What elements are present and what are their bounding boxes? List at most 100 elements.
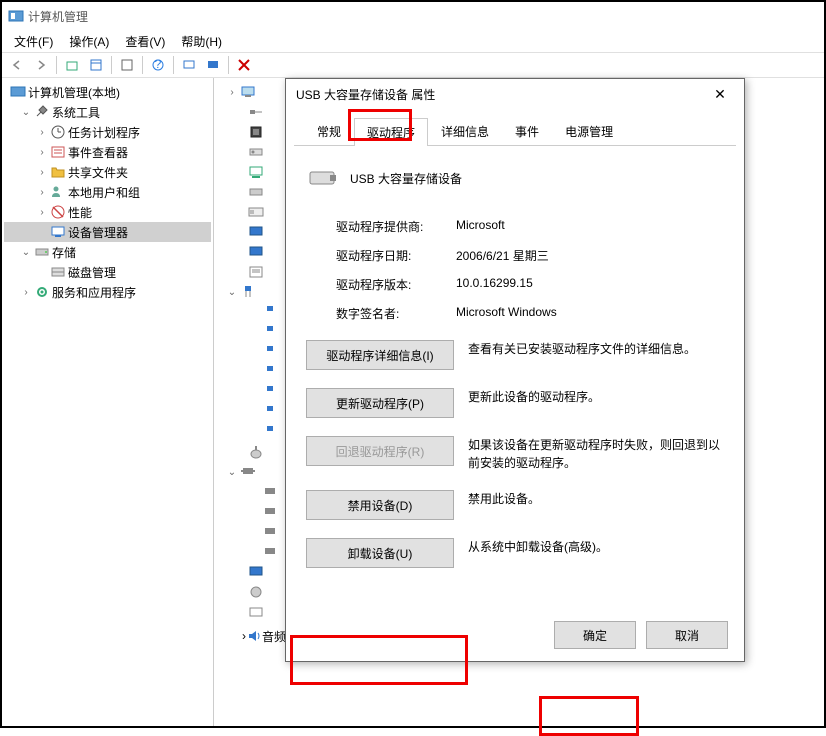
audio-icon xyxy=(246,628,262,644)
tb-btn-5[interactable] xyxy=(202,54,224,76)
toolbar: ? xyxy=(2,52,824,78)
tree-disk-mgmt[interactable]: › 磁盘管理 xyxy=(4,262,211,282)
update-driver-button[interactable]: 更新驱动程序(P) xyxy=(306,388,454,418)
collapse-icon[interactable]: ⌄ xyxy=(20,107,32,118)
uninstall-device-desc: 从系统中卸载设备(高级)。 xyxy=(468,538,724,556)
tb-btn-3[interactable] xyxy=(116,54,138,76)
close-button[interactable]: ✕ xyxy=(706,84,734,104)
tb-btn-4[interactable] xyxy=(178,54,200,76)
device-name: USB 大容量存储设备 xyxy=(350,170,462,187)
tb-help-button[interactable]: ? xyxy=(147,54,169,76)
tb-btn-1[interactable] xyxy=(61,54,83,76)
expand-icon[interactable]: › xyxy=(36,127,48,138)
version-value: 10.0.16299.15 xyxy=(456,276,724,293)
device-item[interactable] xyxy=(218,382,278,402)
clock-icon xyxy=(50,124,66,140)
expand-icon[interactable]: › xyxy=(36,187,48,198)
app-icon xyxy=(8,8,24,24)
device-category[interactable] xyxy=(218,602,278,622)
device-item[interactable] xyxy=(218,422,278,442)
uninstall-device-button[interactable]: 卸载设备(U) xyxy=(306,538,454,568)
menu-action[interactable]: 操作(A) xyxy=(63,31,115,52)
provider-value: Microsoft xyxy=(456,218,724,235)
tree-device-manager[interactable]: › 设备管理器 xyxy=(4,222,211,242)
disable-device-button[interactable]: 禁用设备(D) xyxy=(306,490,454,520)
signer-value: Microsoft Windows xyxy=(456,305,724,322)
device-item[interactable] xyxy=(218,402,278,422)
tree-storage[interactable]: ⌄ 存储 xyxy=(4,242,211,262)
driver-details-button[interactable]: 驱动程序详细信息(I) xyxy=(306,340,454,370)
rollback-driver-button: 回退驱动程序(R) xyxy=(306,436,454,466)
device-item[interactable] xyxy=(218,342,278,362)
menubar: 文件(F) 操作(A) 查看(V) 帮助(H) xyxy=(2,30,824,52)
driver-details-desc: 查看有关已安装驱动程序文件的详细信息。 xyxy=(468,340,724,358)
device-category[interactable] xyxy=(218,122,278,142)
tree-shared-folders[interactable]: › 共享文件夹 xyxy=(4,162,211,182)
dialog-title: USB 大容量存储设备 属性 xyxy=(296,86,706,103)
tb-btn-2[interactable] xyxy=(85,54,107,76)
tab-driver[interactable]: 驱动程序 xyxy=(354,118,428,146)
expand-icon[interactable]: › xyxy=(36,207,48,218)
date-label: 驱动程序日期: xyxy=(336,247,456,264)
events-icon xyxy=(50,144,66,160)
tree-root[interactable]: 计算机管理(本地) xyxy=(4,82,211,102)
users-icon xyxy=(50,184,66,200)
tree-system-tools[interactable]: ⌄ 系统工具 xyxy=(4,102,211,122)
device-item[interactable] xyxy=(218,502,278,522)
device-manager-icon xyxy=(50,224,66,240)
nav-fwd-button[interactable] xyxy=(30,54,52,76)
device-category[interactable] xyxy=(218,442,278,462)
tb-btn-6[interactable] xyxy=(233,54,255,76)
tree-performance[interactable]: › 性能 xyxy=(4,202,211,222)
tree-event-viewer[interactable]: › 事件查看器 xyxy=(4,142,211,162)
device-category[interactable] xyxy=(218,142,278,162)
tree-task-scheduler[interactable]: › 任务计划程序 xyxy=(4,122,211,142)
device-category[interactable] xyxy=(218,262,278,282)
device-category[interactable] xyxy=(218,162,278,182)
date-value: 2006/6/21 星期三 xyxy=(456,247,724,264)
device-item[interactable] xyxy=(218,322,278,342)
nav-back-button[interactable] xyxy=(6,54,28,76)
expand-icon[interactable]: › xyxy=(36,147,48,158)
collapse-icon[interactable]: ⌄ xyxy=(20,247,32,258)
tree-local-users[interactable]: › 本地用户和组 xyxy=(4,182,211,202)
tree-services-apps[interactable]: › 服务和应用程序 xyxy=(4,282,211,302)
expand-icon[interactable]: › xyxy=(20,287,32,298)
device-category[interactable] xyxy=(218,222,278,242)
expand-icon[interactable]: › xyxy=(36,167,48,178)
tab-power[interactable]: 电源管理 xyxy=(552,117,626,145)
tab-events[interactable]: 事件 xyxy=(502,117,552,145)
svg-text:?: ? xyxy=(155,58,162,71)
ok-button[interactable]: 确定 xyxy=(554,621,636,649)
device-category[interactable] xyxy=(218,242,278,262)
menu-view[interactable]: 查看(V) xyxy=(119,31,171,52)
tree-panel: 计算机管理(本地) ⌄ 系统工具 › 任务计划程序 › 事件查看器 › 共享文件… xyxy=(2,78,214,726)
device-item[interactable] xyxy=(218,542,278,562)
rollback-driver-desc: 如果该设备在更新驱动程序时失败，则回退到以前安装的驱动程序。 xyxy=(468,436,724,472)
storage-icon xyxy=(34,244,50,260)
menu-help[interactable]: 帮助(H) xyxy=(175,31,228,52)
performance-icon xyxy=(50,204,66,220)
tools-icon xyxy=(34,104,50,120)
device-category[interactable] xyxy=(218,202,278,222)
device-category[interactable] xyxy=(218,582,278,602)
device-category[interactable] xyxy=(218,562,278,582)
folder-icon xyxy=(50,164,66,180)
signer-label: 数字签名者: xyxy=(336,305,456,322)
device-category[interactable] xyxy=(218,102,278,122)
device-item[interactable] xyxy=(218,522,278,542)
update-driver-desc: 更新此设备的驱动程序。 xyxy=(468,388,724,406)
window-titlebar: 计算机管理 xyxy=(2,2,824,30)
device-item[interactable] xyxy=(218,362,278,382)
disk-icon xyxy=(50,264,66,280)
cancel-button[interactable]: 取消 xyxy=(646,621,728,649)
provider-label: 驱动程序提供商: xyxy=(336,218,456,235)
dialog-tabs: 常规 驱动程序 详细信息 事件 电源管理 xyxy=(294,113,736,146)
device-item[interactable] xyxy=(218,482,278,502)
tab-general[interactable]: 常规 xyxy=(304,117,354,145)
tab-details[interactable]: 详细信息 xyxy=(428,117,502,145)
device-item[interactable] xyxy=(218,302,278,322)
device-category[interactable] xyxy=(218,182,278,202)
version-label: 驱动程序版本: xyxy=(336,276,456,293)
menu-file[interactable]: 文件(F) xyxy=(8,31,59,52)
